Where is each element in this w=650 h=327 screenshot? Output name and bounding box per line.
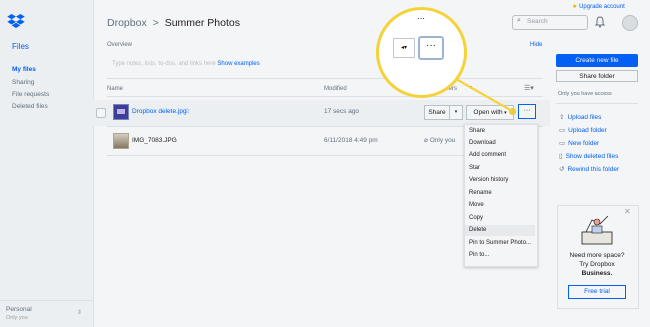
zoom-dropdown-arrow-icon: ◂▾ [393,38,415,58]
table-header-divider [107,96,543,97]
breadcrumb-root[interactable]: Dropbox [107,17,147,29]
row-checkbox[interactable] [96,108,106,118]
close-icon[interactable]: ✕ [624,207,631,216]
list-view-icon[interactable]: ☰▾ [524,84,534,92]
zoom-callout: ⋯ ◂▾ ··· [376,7,467,98]
upload-files-label: Upload files [567,114,602,121]
open-with-button[interactable]: Open with ▾ [466,105,514,120]
file-thumbnail [113,104,129,120]
breadcrumb: Dropbox > Summer Photos [107,17,240,29]
account-switch-icon[interactable]: ⇕ [77,309,82,316]
file-name-link[interactable]: IMG_7083.JPG [132,137,177,144]
right-panel-divider [556,103,638,104]
search-icon: ⌕ [517,17,521,24]
notifications-bell-icon[interactable] [594,16,606,28]
share-folder-button[interactable]: Share folder [556,70,638,82]
avatar[interactable] [622,15,638,31]
upgrade-star-icon: ★ [572,4,578,10]
menu-item-share[interactable]: Share [469,128,485,134]
star-icon[interactable]: ☆ [184,107,190,115]
show-deleted-files-action[interactable]: ▯ Show deleted files [559,152,618,160]
upgrade-account-label: Upgrade account [579,4,625,10]
sidebar-title: Files [12,42,29,51]
promo-line-2: Try Dropbox [579,261,615,268]
access-note: Only you have access [558,91,612,97]
zoom-top-icon: ⋯ [417,14,425,23]
column-header-name[interactable]: Name [107,86,123,92]
promo-text: Need more space? Try Dropbox Business. [562,251,632,278]
menu-item-move[interactable]: Move [469,202,484,208]
overview-label: Overview [107,42,133,48]
account-name[interactable]: Personal [6,306,32,313]
open-with-chevron-icon: ▾ [502,110,507,116]
new-folder-icon: ▭ [559,140,566,147]
menu-item-pin-to-summer-photos[interactable]: Pin to Summer Photo... [469,240,531,246]
promo-line-3: Business. [581,270,613,277]
upload-folder-label: Upload folder [568,127,607,134]
sidebar-item-deleted-files[interactable]: Deleted files [12,103,48,110]
overview-notes-input[interactable]: Type notes, lists, to-dos, and links her… [112,61,260,67]
share-dropdown-icon[interactable]: ▾ [449,105,463,120]
menu-item-rename[interactable]: Rename [469,190,492,196]
upload-folder-icon: ▭ [559,127,566,134]
zoom-more-options-button: ··· [418,36,444,60]
menu-item-star[interactable]: Star [469,165,480,171]
create-new-file-button[interactable]: Create new file [556,54,638,67]
search-placeholder: Search [527,18,548,25]
menu-item-add-comment[interactable]: Add comment [469,152,506,158]
open-with-label: Open with [473,109,503,116]
file-modified: 17 secs ago [324,108,360,115]
sidebar-footer-divider [0,300,93,301]
members-dropdown-icon[interactable]: ▾ [469,84,472,91]
overview-divider [107,78,543,79]
search-input[interactable]: ⌕ Search [512,15,588,30]
rewind-folder-label: Rewind this folder [567,166,620,173]
promo-line-1: Need more space? [569,252,625,259]
overview-hint-text: Type notes, lists, to-dos, and links her… [112,61,216,67]
upload-files-icon: ⇪ [559,114,565,121]
callout-line [448,74,513,112]
column-header-modified[interactable]: Modified [324,86,347,92]
show-examples-link[interactable]: Show examples [217,61,259,67]
upload-files-action[interactable]: ⇪ Upload files [559,113,601,121]
file-members: ⌀ Only you [424,136,455,144]
upgrade-account-link[interactable]: ★ Upgrade account [572,3,625,10]
menu-item-delete[interactable]: Delete [469,227,486,233]
menu-item-version-history[interactable]: Version history [469,177,508,183]
rewind-folder-action[interactable]: ↺ Rewind this folder [559,165,619,173]
file-modified: 6/11/2018 4:49 pm [324,137,378,144]
free-trial-button[interactable]: Free trial [568,285,626,299]
focus-dim-overlay [0,0,650,327]
promo-illustration-icon [581,215,613,245]
menu-item-pin-to[interactable]: Pin to... [469,252,489,258]
breadcrumb-current: Summer Photos [164,17,240,29]
file-name-link[interactable]: Dropbox delete.jpg [132,108,187,115]
context-menu-items: Share Download Add comment Star Version … [464,124,536,265]
callout-dot [509,108,516,115]
row-divider [107,155,464,156]
sidebar-item-my-files[interactable]: My files [12,66,36,73]
file-thumbnail [113,133,129,149]
more-options-button[interactable]: ··· [518,104,536,119]
new-folder-label: New folder [568,140,600,147]
rewind-icon: ↺ [559,166,565,173]
dropbox-logo-icon[interactable] [7,14,25,28]
left-sidebar: Files My files Sharing File requests Del… [0,0,94,327]
menu-item-download[interactable]: Download [469,140,496,146]
new-folder-action[interactable]: ▭ New folder [559,139,599,147]
account-sub: Only you [6,315,28,321]
file-members-label: Only you [429,137,456,144]
menu-item-copy[interactable]: Copy [469,215,483,221]
sidebar-item-sharing[interactable]: Sharing [12,79,34,86]
hide-overview-link[interactable]: Hide [530,42,542,48]
show-deleted-icon: ▯ [559,153,563,160]
sidebar-item-file-requests[interactable]: File requests [12,91,49,98]
show-deleted-files-label: Show deleted files [565,153,619,160]
breadcrumb-separator: > [152,17,159,29]
upload-folder-action[interactable]: ▭ Upload folder [559,126,607,134]
share-button[interactable]: Share [424,105,450,120]
